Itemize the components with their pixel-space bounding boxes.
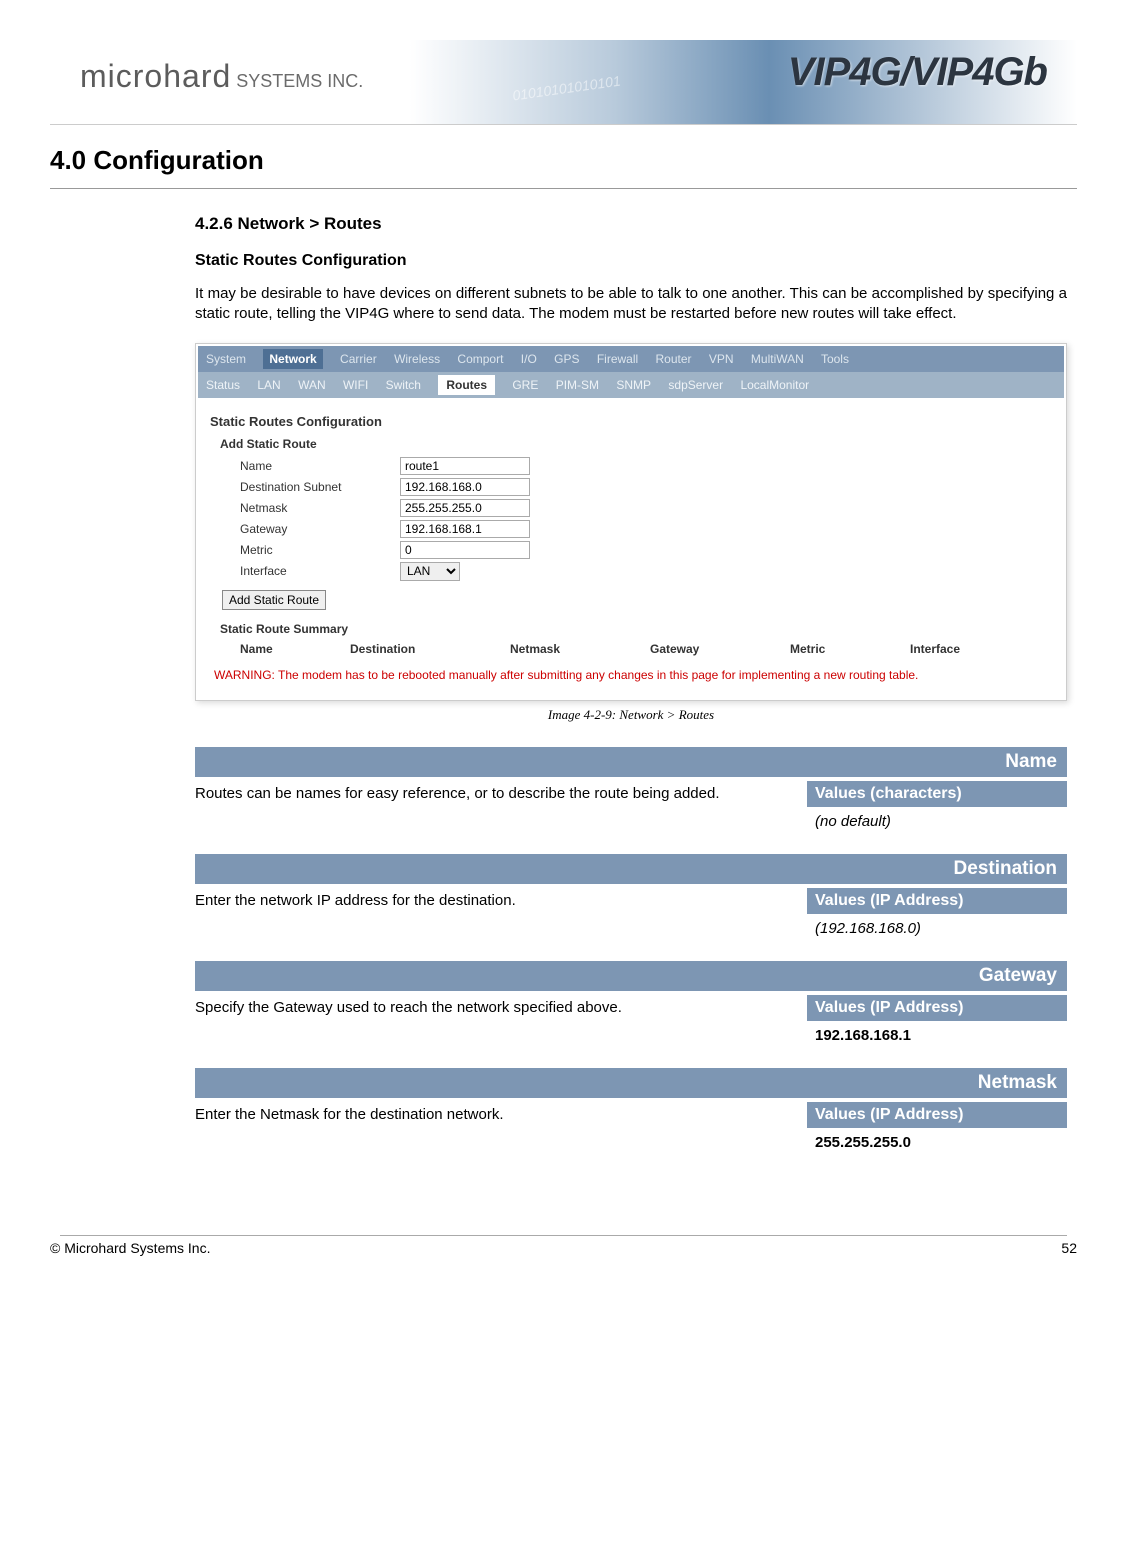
destination-input[interactable] [400,478,530,496]
metric-label: Metric [240,543,400,557]
nav1-item[interactable]: Router [656,352,692,366]
nav2-item[interactable]: LocalMonitor [740,378,809,392]
param-head: Gateway [195,961,1067,991]
brand-main: microhard [80,58,231,94]
param-desc: Enter the Netmask for the destination ne… [195,1102,795,1157]
param-gateway: Gateway Specify the Gateway used to reac… [195,961,1067,1050]
nav1-item[interactable]: Carrier [340,352,377,366]
subsection-heading: Static Routes Configuration [195,252,1067,270]
metric-input[interactable] [400,541,530,559]
summary-title: Static Route Summary [220,622,1052,636]
panel-title: Static Routes Configuration [210,414,1052,429]
title-rule [50,188,1077,189]
image-caption: Image 4-2-9: Network > Routes [195,707,1067,723]
add-static-route-button[interactable]: Add Static Route [222,590,326,610]
nav1-item[interactable]: MultiWAN [751,352,804,366]
col-destination: Destination [350,642,510,656]
footer-left: © Microhard Systems Inc. [50,1240,210,1256]
param-head: Destination [195,854,1067,884]
col-metric: Metric [790,642,910,656]
param-values-body: (192.168.168.0) [807,914,1067,943]
nav-level-1: System Network Carrier Wireless Comport … [198,346,1064,372]
binary-decoration: 01010101010101 [512,72,622,103]
param-values-head: Values (IP Address) [807,1102,1067,1128]
brand-sub: SYSTEMS INC. [231,71,363,91]
intro-paragraph: It may be desirable to have devices on d… [195,284,1067,325]
brand-right: VIP4G/VIP4Gb [788,50,1047,95]
param-values-head: Values (IP Address) [807,888,1067,914]
nav2-item[interactable]: PIM-SM [556,378,599,392]
nav1-item[interactable]: Firewall [597,352,638,366]
nav2-item-active[interactable]: Routes [438,375,495,395]
warning-text: WARNING: The modem has to be rebooted ma… [214,668,1052,682]
footer-rule [60,1235,1067,1236]
nav2-item[interactable]: sdpServer [668,378,723,392]
param-head: Netmask [195,1068,1067,1098]
interface-select[interactable]: LAN [400,562,460,581]
page-title: 4.0 Configuration [50,145,1077,176]
param-values-body: 255.255.255.0 [807,1128,1067,1157]
nav2-item[interactable]: SNMP [616,378,651,392]
name-input[interactable] [400,457,530,475]
page-number: 52 [1061,1240,1077,1256]
name-label: Name [240,459,400,473]
param-desc: Routes can be names for easy reference, … [195,781,795,836]
nav2-item[interactable]: WAN [298,378,326,392]
param-destination: Destination Enter the network IP address… [195,854,1067,943]
nav2-item[interactable]: Switch [386,378,421,392]
nav2-item[interactable]: Status [206,378,240,392]
nav1-item[interactable]: System [206,352,246,366]
config-screenshot: System Network Carrier Wireless Comport … [195,343,1067,701]
nav2-item[interactable]: WIFI [343,378,368,392]
nav2-item[interactable]: LAN [257,378,280,392]
nav2-item[interactable]: GRE [512,378,538,392]
brand-left: microhard SYSTEMS INC. [80,58,363,95]
col-interface: Interface [910,642,1010,656]
interface-label: Interface [240,564,400,578]
nav1-item[interactable]: VPN [709,352,734,366]
param-head: Name [195,747,1067,777]
gateway-input[interactable] [400,520,530,538]
nav1-item[interactable]: GPS [554,352,579,366]
nav1-item[interactable]: I/O [521,352,537,366]
param-values-body: 192.168.168.1 [807,1021,1067,1050]
section-heading: 4.2.6 Network > Routes [195,214,1067,234]
param-values-head: Values (IP Address) [807,995,1067,1021]
col-name: Name [240,642,350,656]
param-desc: Enter the network IP address for the des… [195,888,795,943]
param-netmask: Netmask Enter the Netmask for the destin… [195,1068,1067,1157]
nav1-item[interactable]: Wireless [394,352,440,366]
add-route-title: Add Static Route [220,437,1052,451]
param-name: Name Routes can be names for easy refere… [195,747,1067,836]
nav1-item[interactable]: Tools [821,352,849,366]
netmask-input[interactable] [400,499,530,517]
param-values-body: (no default) [807,807,1067,836]
nav1-item[interactable]: Comport [457,352,503,366]
col-netmask: Netmask [510,642,650,656]
param-values-head: Values (characters) [807,781,1067,807]
header-banner: microhard SYSTEMS INC. 01010101010101 VI… [50,40,1077,125]
param-desc: Specify the Gateway used to reach the ne… [195,995,795,1050]
col-gateway: Gateway [650,642,790,656]
gateway-label: Gateway [240,522,400,536]
nav1-item-active[interactable]: Network [263,349,322,369]
dest-label: Destination Subnet [240,480,400,494]
nav-level-2: Status LAN WAN WIFI Switch Routes GRE PI… [198,372,1064,398]
netmask-label: Netmask [240,501,400,515]
